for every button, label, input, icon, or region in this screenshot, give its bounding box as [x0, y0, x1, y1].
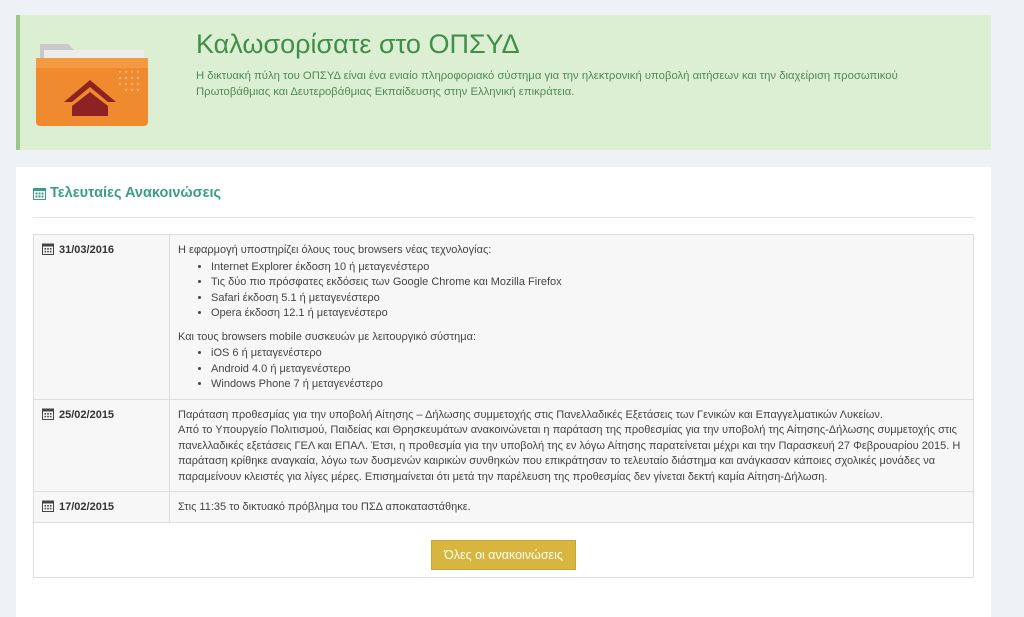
calendar-icon	[42, 500, 54, 512]
list-item: Safari έκδοση 5.1 ή μεταγενέστερο	[211, 291, 965, 307]
table-row: 17/02/2015 Στις 11:35 το δικτυακό πρόβλη…	[33, 491, 974, 523]
announcement-date: 31/03/2016	[59, 244, 115, 256]
list-item: Τις δύο πιο πρόσφατες εκδόσεις των Googl…	[211, 275, 965, 291]
table-row: 25/02/2015 Παράταση προθεσμίας για την υ…	[33, 398, 974, 492]
welcome-banner: Καλωσορίσατε στο ΟΠΣΥΔ Η δικτυακή πύλη τ…	[16, 15, 991, 150]
table-footer-row: Όλες οι ανακοινώσεις	[33, 521, 974, 578]
date-cell: 25/02/2015	[33, 398, 170, 492]
footer-cell: Όλες οι ανακοινώσεις	[33, 521, 974, 578]
calendar-icon	[42, 408, 54, 420]
welcome-description: Η δικτυακή πύλη του ΟΠΣΥΔ είναι ένα ενια…	[196, 70, 898, 98]
all-announcements-button[interactable]: Όλες οι ανακοινώσεις	[431, 539, 576, 570]
announcement-text: Παράταση προθεσμίας για την υποβολή Αίτη…	[169, 398, 974, 492]
announcement-text: Η εφαρμογή υποστηρίζει όλους τους browse…	[169, 234, 974, 400]
announcement-body: Στις 11:35 το δικτυακό πρόβλημα του ΠΣΔ …	[178, 501, 471, 513]
announcement-headline: Παράταση προθεσμίας για την υποβολή Αίτη…	[178, 408, 883, 421]
announcements-title: Τελευταίες Ανακοινώσεις	[50, 185, 222, 201]
welcome-title: Καλωσορίσατε στο ΟΠΣΥΔ	[196, 29, 520, 59]
announcements-heading: Τελευταίες Ανακοινώσεις	[33, 184, 974, 218]
announcement-date: 25/02/2015	[59, 408, 115, 421]
list-item: Windows Phone 7 ή μεταγενέστερο	[211, 377, 965, 393]
announcement-intro: Η εφαρμογή υποστηρίζει όλους τους browse…	[178, 244, 492, 256]
browser-list: Internet Explorer έκδοση 10 ή μεταγενέστ…	[178, 260, 965, 322]
list-item: Android 4.0 ή μεταγενέστερο	[211, 362, 965, 378]
list-item: iOS 6 ή μεταγενέστερο	[211, 346, 965, 362]
announcement-body: Από το Υπουργείο Πολιτισμού, Παιδείας κα…	[178, 424, 961, 483]
announcement-text: Στις 11:35 το δικτυακό πρόβλημα του ΠΣΔ …	[169, 491, 974, 523]
date-cell: 17/02/2015	[33, 491, 170, 523]
list-item: Opera έκδοση 12.1 ή μεταγενέστερο	[211, 306, 965, 322]
announcement-date: 17/02/2015	[59, 501, 115, 513]
announcement-intro-mobile: Και τους browsers mobile συσκευών με λει…	[178, 330, 477, 343]
calendar-icon	[42, 243, 54, 255]
list-item: Internet Explorer έκδοση 10 ή μεταγενέστ…	[211, 260, 965, 276]
folder-home-icon	[36, 44, 148, 126]
announcements-table: 31/03/2016 Η εφαρμογή υποστηρίζει όλους …	[33, 234, 974, 578]
mobile-list: iOS 6 ή μεταγενέστερο Android 4.0 ή μετα…	[178, 346, 965, 393]
date-cell: 31/03/2016	[33, 234, 170, 400]
calendar-icon	[33, 188, 46, 200]
table-row: 31/03/2016 Η εφαρμογή υποστηρίζει όλους …	[33, 234, 974, 400]
announcements-panel: Τελευταίες Ανακοινώσεις 31/03/2016 Η εφα…	[16, 167, 991, 617]
